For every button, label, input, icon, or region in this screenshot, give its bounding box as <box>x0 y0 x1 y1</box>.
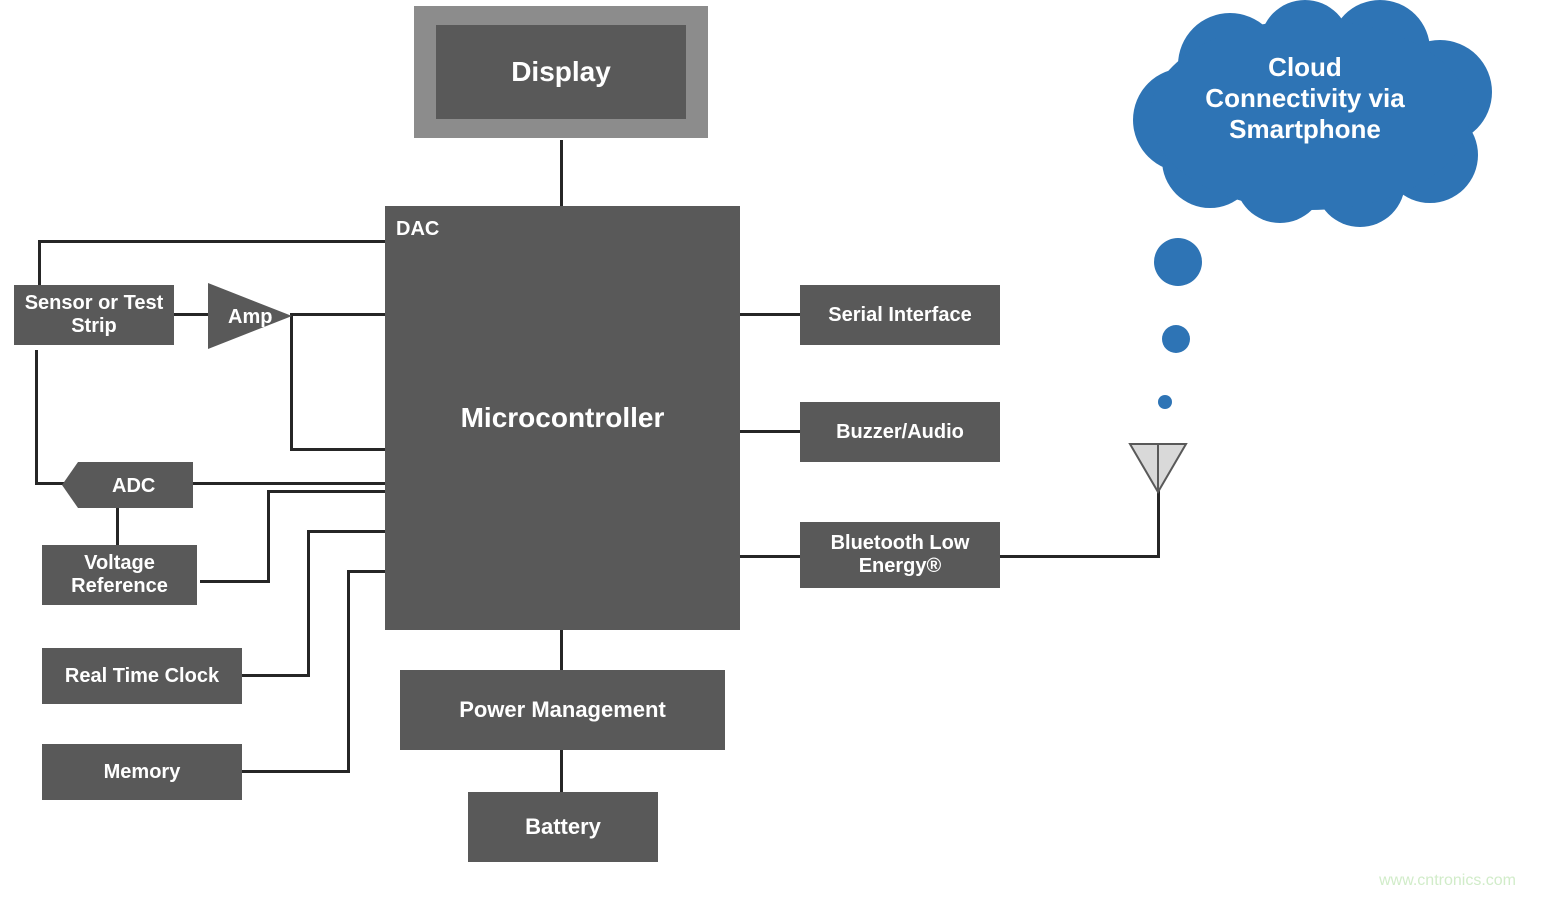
connector <box>1000 555 1160 558</box>
power-mgmt-label: Power Management <box>459 697 666 723</box>
connector <box>38 240 388 243</box>
display-label: Display <box>511 56 611 88</box>
display-block: Display <box>436 25 686 119</box>
connector <box>290 448 388 451</box>
connector <box>737 313 802 316</box>
amp-block: Amp <box>206 281 296 351</box>
connector <box>560 630 563 672</box>
buzzer-label: Buzzer/Audio <box>836 421 964 444</box>
battery-block: Battery <box>468 792 658 862</box>
connector <box>290 313 390 316</box>
connector <box>560 750 563 795</box>
power-mgmt-block: Power Management <box>400 670 725 750</box>
connector <box>307 530 310 677</box>
serial-label: Serial Interface <box>828 304 971 327</box>
amp-label: Amp <box>228 306 272 328</box>
sensor-label: Sensor or Test Strip <box>25 292 164 338</box>
microcontroller-label: Microcontroller <box>461 402 665 434</box>
connector <box>267 490 270 583</box>
connector <box>737 555 802 558</box>
connector <box>267 490 387 493</box>
ble-label: Bluetooth Low Energy® <box>831 532 970 578</box>
connector <box>560 140 563 210</box>
connector <box>35 350 38 485</box>
connector <box>737 430 802 433</box>
serial-block: Serial Interface <box>800 285 1000 345</box>
voltage-ref-block: Voltage Reference <box>42 545 197 605</box>
voltage-ref-label: Voltage Reference <box>71 552 168 598</box>
buzzer-block: Buzzer/Audio <box>800 402 1000 462</box>
dac-label: DAC <box>396 218 439 241</box>
rtc-block: Real Time Clock <box>42 648 242 704</box>
connector <box>347 570 387 573</box>
cloud-dot-small <box>1158 395 1172 409</box>
connector <box>240 674 310 677</box>
connector <box>188 482 388 485</box>
cloud-dot-large <box>1154 238 1202 286</box>
cloud-dot-med <box>1162 325 1190 353</box>
adc-block: ADC <box>60 460 195 510</box>
connector <box>347 570 350 773</box>
ble-block: Bluetooth Low Energy® <box>800 522 1000 588</box>
antenna-icon <box>1126 440 1190 496</box>
adc-label: ADC <box>112 475 155 497</box>
watermark: www.cntronics.com <box>1379 872 1516 890</box>
rtc-label: Real Time Clock <box>65 665 219 688</box>
connector <box>240 770 350 773</box>
connector <box>116 508 119 550</box>
battery-label: Battery <box>525 814 601 840</box>
sensor-block: Sensor or Test Strip <box>14 285 174 345</box>
connector <box>307 530 387 533</box>
microcontroller-block: Microcontroller <box>385 206 740 630</box>
memory-label: Memory <box>104 761 181 784</box>
memory-block: Memory <box>42 744 242 800</box>
cloud-label: Cloud Connectivity via Smartphone <box>1155 52 1455 145</box>
connector <box>200 580 270 583</box>
